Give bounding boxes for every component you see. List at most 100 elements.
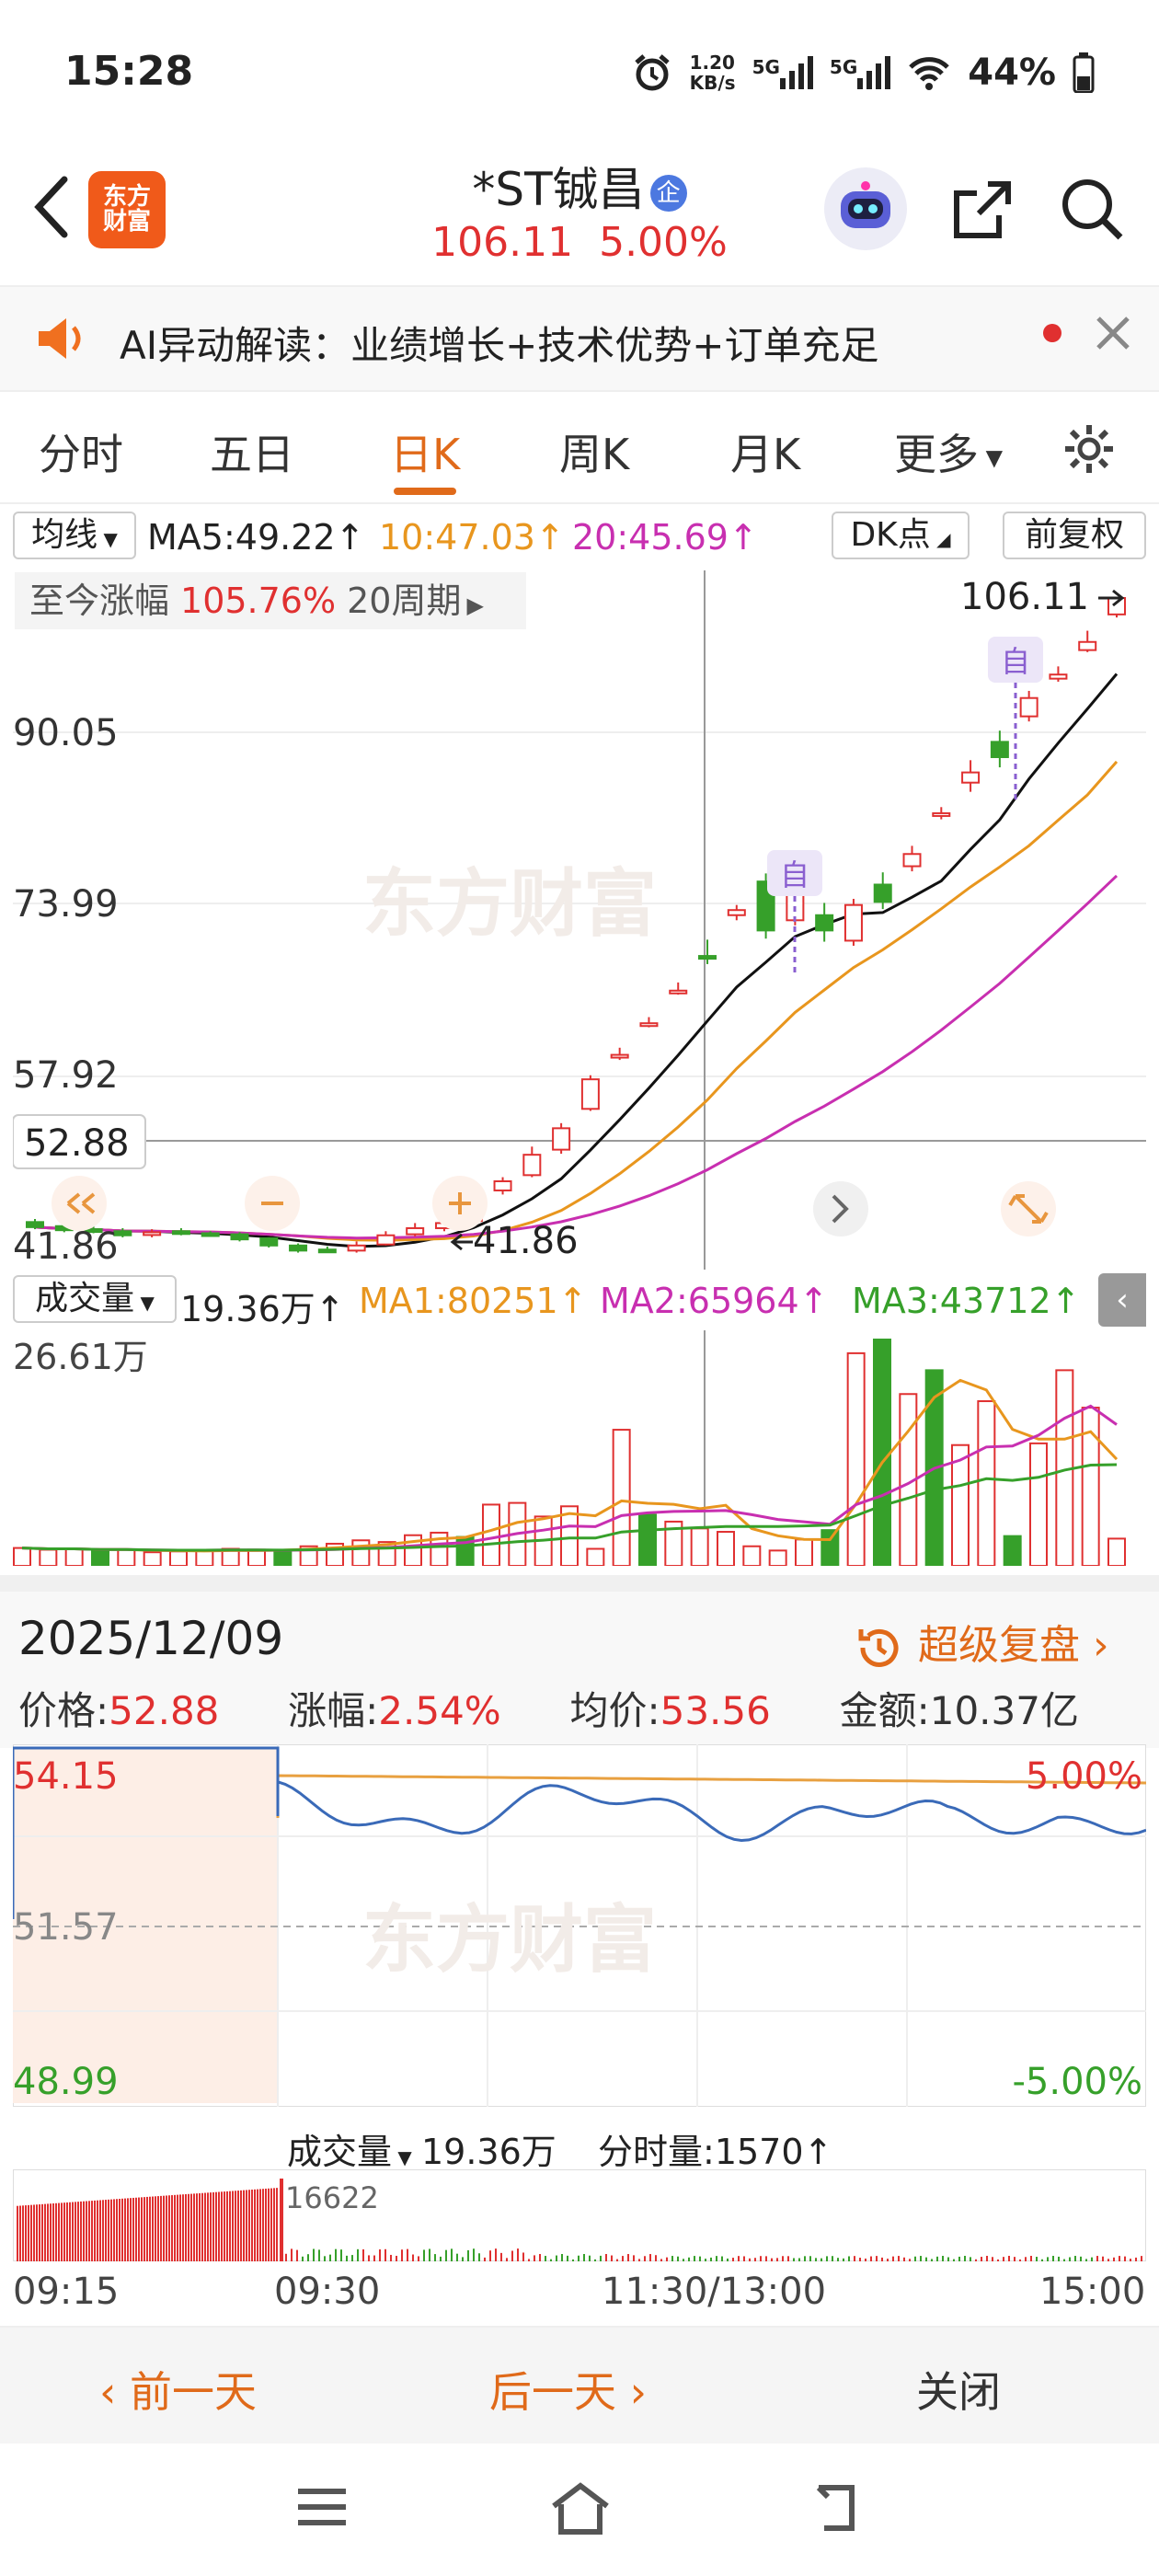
volume-top-label: 26.61万 [13, 1337, 148, 1377]
intraday-volume-row: 成交量 ▼ 19.36万 分时量:1570↑ [0, 2116, 1159, 2172]
crosshair-price: 52.88 [24, 1122, 130, 1165]
status-bar: 15:28 1.20 KB/s 5G 5G 44% [0, 0, 1159, 138]
menu-icon[interactable] [294, 2484, 350, 2530]
ma20-value: 20:45.69↑ [572, 517, 758, 558]
intraday-pct-bottom: -5.00% [1012, 2061, 1142, 2103]
tab-intraday[interactable]: 分时 [39, 421, 123, 482]
ai-robot-avatar[interactable] [824, 167, 907, 250]
intraday-svg: 东方财富 54.15 51.57 48.99 5.00% -5.00% [11, 1743, 1147, 2108]
intraday-pct-top: 5.00% [1026, 1755, 1142, 1798]
stock-price: 106.11 [431, 219, 574, 266]
detail-stats: 价格:52.88 涨幅:2.54% 均价:53.56 金额:10.37亿 [18, 1688, 1079, 1733]
range-value: 105.76% [180, 581, 336, 621]
history-icon [858, 1628, 899, 1667]
prev-day-button[interactable]: ‹ 前一天 [99, 2359, 257, 2420]
intraday-volume-value: 19.36万 [421, 2132, 557, 2172]
y-label-4: 41.86 [13, 1225, 119, 1268]
ma10-value: 10:47.03↑ [379, 517, 565, 558]
ai-analysis-text: AI异动解读：业绩增长+技术优势+订单充足 [120, 323, 879, 368]
volume-ma1: MA1:80251↑ [359, 1281, 588, 1321]
range-label: 至今涨幅 [29, 581, 169, 621]
adjust-selector[interactable]: 前复权 [1003, 512, 1146, 559]
intraday-volume-svg: 16622 [12, 2168, 1147, 2262]
wifi-icon [909, 57, 950, 90]
share-icon[interactable] [947, 175, 1017, 245]
marker-self-1[interactable]: 自 [780, 857, 809, 892]
detail-price: 52.88 [109, 1688, 220, 1733]
watermark: 东方财富 [362, 861, 657, 947]
kline-svg: 东方财富 至今涨幅 105.76% 20周期 ▶ 90.05 73.99 57.92 … [12, 570, 1146, 1270]
intraday-y-bottom: 48.99 [13, 2061, 119, 2103]
ai-analysis-bar[interactable]: AI异动解读：业绩增长+技术优势+订单充足 [0, 287, 1159, 392]
low-label: 41.86 [473, 1220, 579, 1262]
intraday-y-top: 54.15 [13, 1755, 119, 1798]
time-label-open: 09:15 [13, 2271, 120, 2313]
volume-selector[interactable]: 成交量 ▼ [13, 1275, 177, 1323]
time-axis: 09:15 09:30 11:30/13:00 15:00 [0, 2267, 1159, 2322]
range-period[interactable]: 20周期 [347, 581, 461, 621]
detail-amount: 10.37亿 [929, 1688, 1079, 1733]
next-day-button[interactable]: 后一天 › [489, 2359, 647, 2420]
battery-text: 44% [968, 52, 1056, 94]
alarm-icon [634, 54, 670, 91]
y-label-1: 90.05 [13, 712, 119, 754]
volume-indicator-row: 成交量 ▼ 19.36万↑ MA1:80251↑ MA2:65964↑ MA3:… [0, 1270, 1159, 1330]
time-label-noon: 11:30/13:00 [602, 2271, 827, 2313]
ma-selector[interactable]: 均线 ▼ [13, 512, 136, 559]
signal-icon-1: 5G [752, 56, 813, 89]
signal-icon-2: 5G [830, 56, 891, 89]
netspeed: 1.20 KB/s [689, 52, 736, 94]
close-button[interactable]: 关闭 [916, 2359, 1001, 2420]
ma-indicator-row: 均线 ▼ MA5:49.22↑ 10:47.03↑ 20:45.69↑ DK点 … [0, 506, 1159, 567]
volume-value: 19.36万↑ [180, 1289, 345, 1329]
gear-icon[interactable] [1060, 420, 1119, 478]
svg-text:至今涨幅105.76%20周期▶: 至今涨幅 105.76% 20周期 ▶ [29, 581, 484, 621]
time-label-930: 09:30 [274, 2271, 381, 2313]
time-label-close: 15:00 [1039, 2271, 1146, 2313]
volume-svg: 26.61万 [13, 1330, 1146, 1568]
tab-weekly-k[interactable]: 周K [559, 421, 629, 482]
y-label-3: 57.92 [13, 1054, 119, 1097]
super-replay-button[interactable]: 超级复盘 › [854, 1612, 1109, 1673]
high-label: 106.11 [960, 576, 1089, 618]
home-icon[interactable] [548, 2480, 613, 2536]
intraday-chart[interactable]: 东方财富 54.15 51.57 48.99 5.00% -5.00% [11, 1743, 1147, 2108]
system-nav-bar [0, 2444, 1159, 2576]
back-nav-icon[interactable] [809, 2480, 865, 2536]
volume-ma3: MA3:43712↑ [852, 1281, 1081, 1321]
intraday-volume-chart: 16622 [12, 2168, 1147, 2262]
ma5-value: MA5:49.22↑ [147, 517, 365, 558]
marker-self-2[interactable]: 自 [1001, 644, 1030, 679]
active-tab-indicator [394, 488, 456, 495]
battery-icon [1073, 52, 1095, 93]
detail-avg: 53.56 [660, 1688, 771, 1733]
volume-chart[interactable]: 26.61万 [13, 1330, 1146, 1568]
period-tabs: 分时 五日 日K 周K 月K 更多 ▼ [0, 394, 1159, 504]
stock-header: 东方 财富 *ST铖昌企 106.11 5.00% [0, 147, 1159, 287]
detail-date: 2025/12/09 [18, 1612, 284, 1665]
tab-five-day[interactable]: 五日 [210, 421, 294, 482]
day-detail-panel: 2025/12/09 超级复盘 › 价格:52.88 涨幅:2.54% 均价:5… [0, 1592, 1159, 1748]
tab-more[interactable]: 更多 ▼ [894, 421, 1003, 482]
search-icon[interactable] [1058, 175, 1128, 245]
volume-ma2: MA2:65964↑ [600, 1281, 829, 1321]
enterprise-badge-icon: 企 [649, 174, 687, 212]
intraday-volume-selector[interactable]: 成交量 ▼ [287, 2123, 412, 2174]
tab-monthly-k[interactable]: 月K [730, 421, 800, 482]
collapse-panel-icon[interactable]: ‹ [1098, 1273, 1146, 1327]
y-label-2: 73.99 [13, 883, 119, 926]
section-divider [0, 1575, 1159, 1592]
detail-change: 2.54% [378, 1688, 501, 1733]
status-icons: 1.20 KB/s 5G 5G 44% [631, 52, 1095, 94]
stock-change: 5.00% [599, 219, 728, 266]
close-icon[interactable] [1089, 309, 1137, 357]
notification-dot [1043, 324, 1061, 342]
intraday-volume-peak: 16622 [285, 2180, 379, 2215]
intraday-tick-volume: 分时量:1570↑ [598, 2132, 833, 2172]
intraday-watermark: 东方财富 [362, 1897, 657, 1983]
status-time: 15:28 [64, 48, 194, 95]
footer-bar: ‹ 前一天 后一天 › 关闭 [0, 2326, 1159, 2444]
dk-point-selector[interactable]: DK点 ◢ [832, 512, 970, 559]
kline-chart[interactable]: 东方财富 至今涨幅 105.76% 20周期 ▶ 90.05 73.99 57.92 … [12, 570, 1146, 1270]
tab-daily-k[interactable]: 日K [390, 421, 460, 482]
